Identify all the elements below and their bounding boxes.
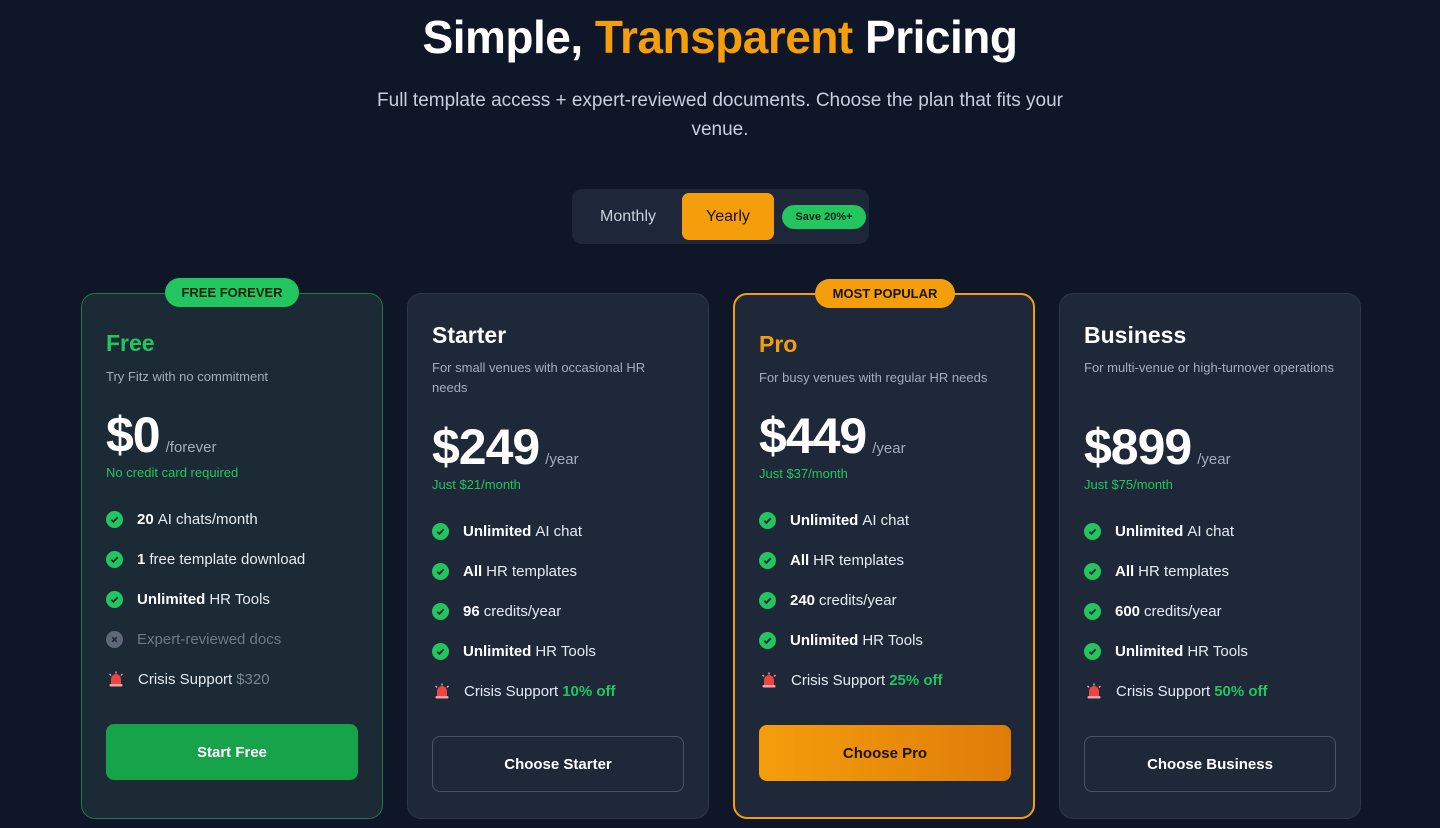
feature-item: Crisis Support 50% off [1084,671,1344,711]
plan-price: $899 [1084,419,1192,475]
feature-item: 20 AI chats/month [106,499,366,539]
plan-period: /forever [165,439,217,456]
price-row: $0 /forever [106,406,216,464]
feature-item: All HR templates [432,551,692,591]
feature-item: 600 credits/year [1084,591,1344,631]
check-icon [1084,642,1101,660]
feature-item: Unlimited AI chat [759,500,1019,540]
plan-card-starter: Starter For small venues with occasional… [407,293,709,819]
feature-item: All HR templates [759,540,1019,580]
price-note: No credit card required [106,465,239,480]
feature-item: Unlimited HR Tools [1084,631,1344,671]
feature-list: 20 AI chats/month 1 free template download… [106,499,366,699]
feature-item: Unlimited HR Tools [759,620,1019,660]
title-accent: Transparent [594,11,853,63]
feature-item: 96 credits/year [432,591,692,631]
feature-item: Unlimited AI chat [1084,511,1344,551]
check-icon [759,591,776,609]
plan-period: /year [545,451,579,468]
plan-description: For multi-venue or high-turnover operati… [1084,360,1335,375]
check-icon [759,631,776,649]
feature-item: All HR templates [1084,551,1344,591]
most-popular-ribbon: MOST POPULAR [815,279,955,308]
feature-item: 240 credits/year [759,580,1019,620]
check-icon [432,522,449,540]
siren-icon [109,671,123,687]
plan-description: For busy venues with regular HR needs [759,370,988,385]
title-part1: Simple, [422,11,584,63]
price-note: Just $37/month [759,466,848,481]
plan-name: Free [106,330,155,356]
check-icon [106,550,123,568]
page-subtitle: Full template access + expert-reviewed d… [377,90,1063,140]
plan-card-free: FREE FOREVER Free Try Fitz with no commi… [81,278,383,819]
cross-icon [106,630,123,648]
feature-item: Crisis Support 10% off [432,671,692,711]
plan-card-business: Business For multi-venue or high-turnove… [1059,293,1361,819]
choose-pro-button[interactable]: Choose Pro [759,725,1011,781]
price-row: $899 /year [1084,418,1231,476]
page-title: Simple, Transparent Pricing [0,10,1440,64]
feature-list: Unlimited AI chat All HR templates 600 cred… [1084,511,1344,711]
feature-item: 1 free template download [106,539,366,579]
plan-price: $0 [106,407,161,463]
feature-list: Unlimited AI chat All HR templates 240 cred… [759,500,1019,700]
plan-name: Pro [759,331,798,357]
price-note: Just $21/month [432,477,521,492]
feature-list: Unlimited AI chat All HR templates 96 credi… [432,511,692,711]
plan-description: For small venues with occasional HR need… [432,360,646,395]
title-part2: Pricing [865,11,1018,63]
free-forever-ribbon: FREE FOREVER [165,278,299,307]
plan-price: $449 [759,408,867,464]
check-icon [432,602,449,620]
check-icon [759,551,776,569]
save-badge: Save 20%+ [782,205,866,229]
check-icon [432,562,449,580]
feature-item: Unlimited AI chat [432,511,692,551]
plan-description: Try Fitz with no commitment [106,369,269,384]
plan-period: /year [1197,451,1231,468]
feature-item: Unlimited HR Tools [432,631,692,671]
price-row: $449 /year [759,407,906,465]
plan-name: Business [1084,322,1187,348]
plan-card-pro: MOST POPULAR Pro For busy venues with re… [733,279,1035,819]
check-icon [1084,602,1101,620]
check-icon [106,510,123,528]
check-icon [759,511,776,529]
siren-icon [762,672,776,688]
billing-toggle: Monthly Yearly Save 20%+ [572,189,869,244]
siren-icon [1087,683,1101,699]
price-note: Just $75/month [1084,477,1173,492]
check-icon [106,590,123,608]
choose-starter-button[interactable]: Choose Starter [432,736,684,792]
feature-item: Crisis Support $320 [106,659,366,699]
start-free-button[interactable]: Start Free [106,724,358,780]
feature-item-disabled: Expert-reviewed docs [106,619,366,659]
siren-icon [435,683,449,699]
plan-price: $249 [432,419,540,475]
check-icon [432,642,449,660]
feature-item: Unlimited HR Tools [106,579,366,619]
feature-item: Crisis Support 25% off [759,660,1019,700]
check-icon [1084,562,1101,580]
monthly-toggle-button[interactable]: Monthly [582,193,674,240]
plan-period: /year [872,440,906,457]
price-row: $249 /year [432,418,579,476]
check-icon [1084,522,1101,540]
yearly-toggle-button[interactable]: Yearly [682,193,774,240]
plan-name: Starter [432,322,507,348]
choose-business-button[interactable]: Choose Business [1084,736,1336,792]
